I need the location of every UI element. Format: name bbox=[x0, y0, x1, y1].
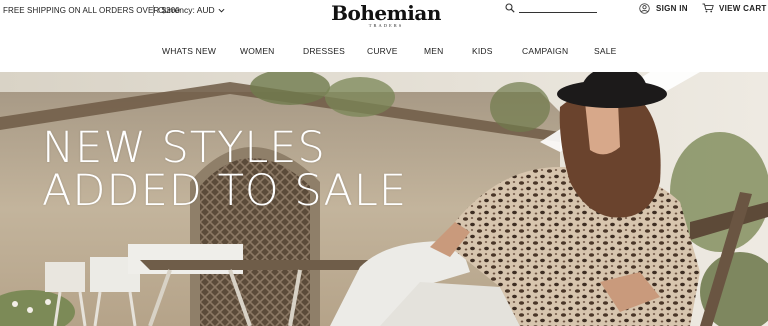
nav-item-sale[interactable]: SALE bbox=[594, 46, 617, 56]
nav-item-dresses[interactable]: DRESSES bbox=[303, 46, 345, 56]
divider bbox=[153, 5, 154, 16]
chevron-down-icon bbox=[218, 8, 225, 12]
hero-banner[interactable]: NEW STYLES ADDED TO SALE bbox=[0, 72, 768, 326]
sign-in-label: SIGN IN bbox=[656, 4, 688, 13]
search-input[interactable] bbox=[519, 2, 597, 12]
user-icon bbox=[639, 3, 650, 14]
hero-headline: NEW STYLES ADDED TO SALE bbox=[42, 127, 407, 213]
nav-item-men[interactable]: MEN bbox=[424, 46, 444, 56]
search-underline bbox=[519, 12, 597, 13]
nav-item-whats-new[interactable]: WHATS NEW bbox=[162, 46, 216, 56]
view-cart-label: VIEW CART bbox=[719, 3, 767, 13]
search-box[interactable] bbox=[505, 2, 597, 13]
nav-item-campaign[interactable]: CAMPAIGN bbox=[522, 46, 568, 56]
cart-icon bbox=[702, 3, 714, 13]
brand-logo[interactable]: Bohemian TRADERS bbox=[330, 2, 442, 32]
logo-wordmark: Bohemian bbox=[331, 1, 441, 25]
sign-in-link[interactable]: SIGN IN bbox=[639, 3, 688, 14]
nav-item-kids[interactable]: KIDS bbox=[472, 46, 493, 56]
nav-item-curve[interactable]: CURVE bbox=[367, 46, 398, 56]
hero-headline-line-2: ADDED TO SALE bbox=[42, 166, 407, 216]
currency-label: Currency: AUD bbox=[158, 5, 215, 15]
nav-item-women[interactable]: WOMEN bbox=[240, 46, 275, 56]
main-navigation: WHATS NEW WOMEN DRESSES CURVE MEN KIDS C… bbox=[0, 46, 768, 60]
hero-headline-line-1: NEW STYLES bbox=[42, 123, 326, 173]
search-icon[interactable] bbox=[505, 3, 515, 13]
view-cart-link[interactable]: VIEW CART bbox=[702, 3, 767, 13]
currency-selector[interactable]: Currency: AUD bbox=[158, 5, 225, 15]
